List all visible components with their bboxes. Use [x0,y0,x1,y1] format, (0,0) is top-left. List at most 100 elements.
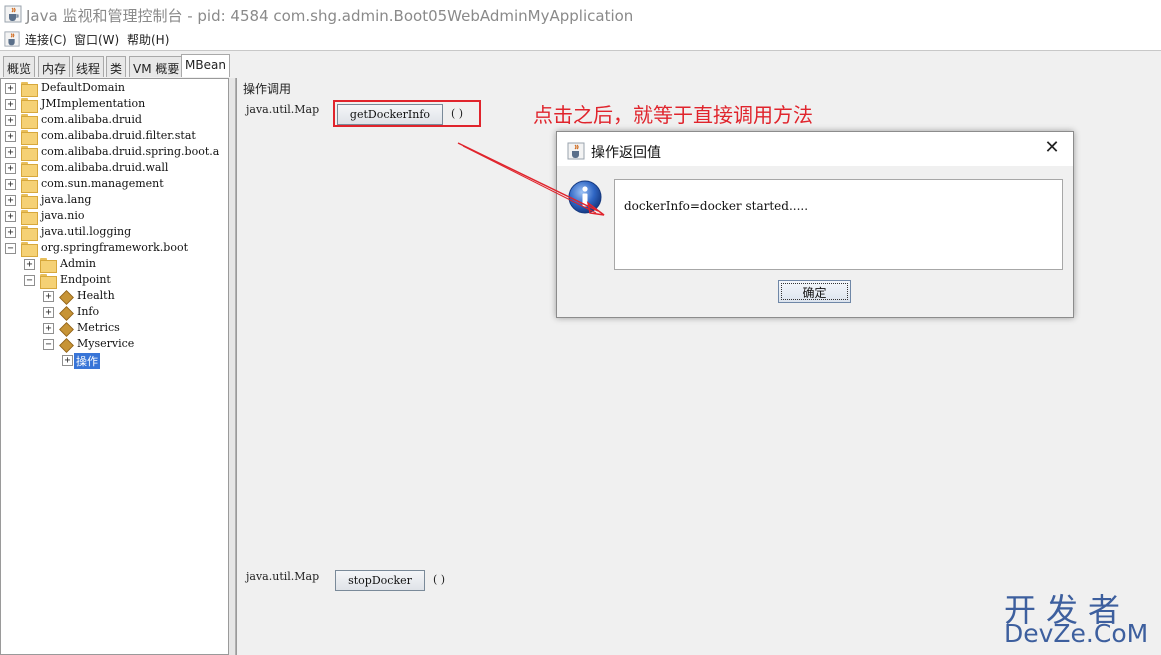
tree-node-label: org.springframework.boot [41,241,189,254]
menu-help[interactable]: 帮助(H) [127,31,169,48]
expand-icon[interactable]: + [5,211,16,222]
tree-node[interactable]: + Admin [24,257,225,273]
collapse-icon[interactable]: − [43,339,54,350]
tree-node[interactable]: + DefaultDomain [5,81,225,97]
mbean-icon [59,322,72,335]
tree-node[interactable]: + Health [43,289,225,304]
mbean-icon [59,290,72,303]
tree-node[interactable]: − org.springframework.boot [5,241,225,257]
stopdocker-button[interactable]: stopDocker [335,570,425,591]
tab-vm-summary[interactable]: VM 概要 [129,56,184,77]
tree-node[interactable]: + com.alibaba.druid [5,113,225,129]
folder-icon [21,194,38,209]
expand-icon[interactable]: + [62,355,73,366]
tree-node[interactable]: + 操作 [62,353,225,369]
tree-node-label: Health [77,289,115,302]
tree-node-label: Myservice [77,337,135,350]
tab-mbean[interactable]: MBean [181,54,230,77]
operation-return-type: java.util.Map [246,570,320,583]
window-title: Java 监视和管理控制台 - pid: 4584 com.shg.admin.… [26,7,634,25]
folder-icon [21,226,38,241]
annotation-text: 点击之后，就等于直接调用方法 [533,103,813,127]
operation-return-type: java.util.Map [246,103,320,116]
tree-node-label: 操作 [74,353,100,369]
tree-node-label: com.alibaba.druid.filter.stat [41,129,196,142]
folder-icon [21,130,38,145]
tree-node[interactable]: + Metrics [43,321,225,336]
tree-node-label: Info [77,305,100,318]
expand-icon[interactable]: + [5,115,16,126]
call-highlight-box [333,100,481,127]
operation-params: ( ) [433,573,446,586]
expand-icon[interactable]: + [24,259,35,270]
folder-icon [21,162,38,177]
panel-title: 操作调用 [243,82,292,96]
close-icon[interactable]: ✕ [1041,138,1063,160]
tab-memory[interactable]: 内存 [38,56,71,77]
tree-node[interactable]: − Endpoint [24,273,225,289]
tree-node-label: DefaultDomain [41,81,126,94]
menu-connection[interactable]: 连接(C) [25,31,67,48]
folder-icon [21,210,38,225]
tree-node-label: Admin [60,257,97,270]
tree-node[interactable]: + Info [43,305,225,320]
expand-icon[interactable]: + [43,323,54,334]
folder-icon [21,82,38,97]
expand-icon[interactable]: + [43,291,54,302]
folder-icon [21,98,38,113]
expand-icon[interactable]: + [43,307,54,318]
folder-icon [21,242,38,257]
tree-node[interactable]: + com.alibaba.druid.spring.boot.a [5,145,225,161]
tree-node[interactable]: + java.lang [5,193,225,209]
tree-node[interactable]: + com.alibaba.druid.filter.stat [5,129,225,145]
java-cup-icon [567,142,585,163]
mbean-icon [59,306,72,319]
menu-bar: 连接(C) 窗口(W) 帮助(H) [0,28,1161,50]
tree-node-label: com.alibaba.druid.wall [41,161,169,174]
folder-icon [40,274,57,289]
tree-node-label: java.lang [41,193,92,206]
mbean-tree[interactable]: + DefaultDomain + JMImplementation + com.alib… [0,78,229,655]
collapse-icon[interactable]: − [5,243,16,254]
tab-overview[interactable]: 概览 [3,56,36,77]
folder-icon [40,258,57,273]
menu-window[interactable]: 窗口(W) [74,31,119,48]
folder-icon [21,114,38,129]
result-message: dockerInfo=docker started..... [624,199,809,213]
folder-icon [21,146,38,161]
tree-node[interactable]: − Myservice [43,337,225,352]
folder-icon [21,178,38,193]
expand-icon[interactable]: + [5,83,16,94]
info-icon [567,179,603,218]
tab-strip: 概览 内存 线程 类 VM 概要 MBean [0,50,1161,77]
tree-node[interactable]: + JMImplementation [5,97,225,113]
tree-node-label: Metrics [77,321,120,334]
tree-node-label: com.alibaba.druid [41,113,142,126]
tree-node[interactable]: + com.alibaba.druid.wall [5,161,225,177]
collapse-icon[interactable]: − [24,275,35,286]
expand-icon[interactable]: + [5,163,16,174]
tab-threads[interactable]: 线程 [72,56,105,77]
tree-node[interactable]: + java.util.logging [5,225,225,241]
tree-node-label: JMImplementation [41,97,146,110]
expand-icon[interactable]: + [5,179,16,190]
tree-node-label: java.util.logging [41,225,132,238]
java-cup-icon[interactable] [4,31,20,50]
mbean-icon [59,338,72,351]
expand-icon[interactable]: + [5,227,16,238]
dialog-titlebar: 操作返回值 ✕ [557,132,1073,166]
expand-icon[interactable]: + [5,99,16,110]
expand-icon[interactable]: + [5,195,16,206]
tree-node[interactable]: + com.sun.management [5,177,225,193]
java-cup-icon [4,5,22,26]
ok-button[interactable]: 确定 [778,280,851,303]
watermark-domain: DevZe.CoM [1004,619,1149,648]
expand-icon[interactable]: + [5,147,16,158]
message-area: dockerInfo=docker started..... [614,179,1063,270]
window-titlebar: Java 监视和管理控制台 - pid: 4584 com.shg.admin.… [0,0,1161,28]
tab-classes[interactable]: 类 [106,56,127,77]
split-pane-divider[interactable] [229,78,236,655]
result-dialog: 操作返回值 ✕ dockerInfo=docker started..... 确… [556,131,1074,318]
tree-node[interactable]: + java.nio [5,209,225,225]
expand-icon[interactable]: + [5,131,16,142]
